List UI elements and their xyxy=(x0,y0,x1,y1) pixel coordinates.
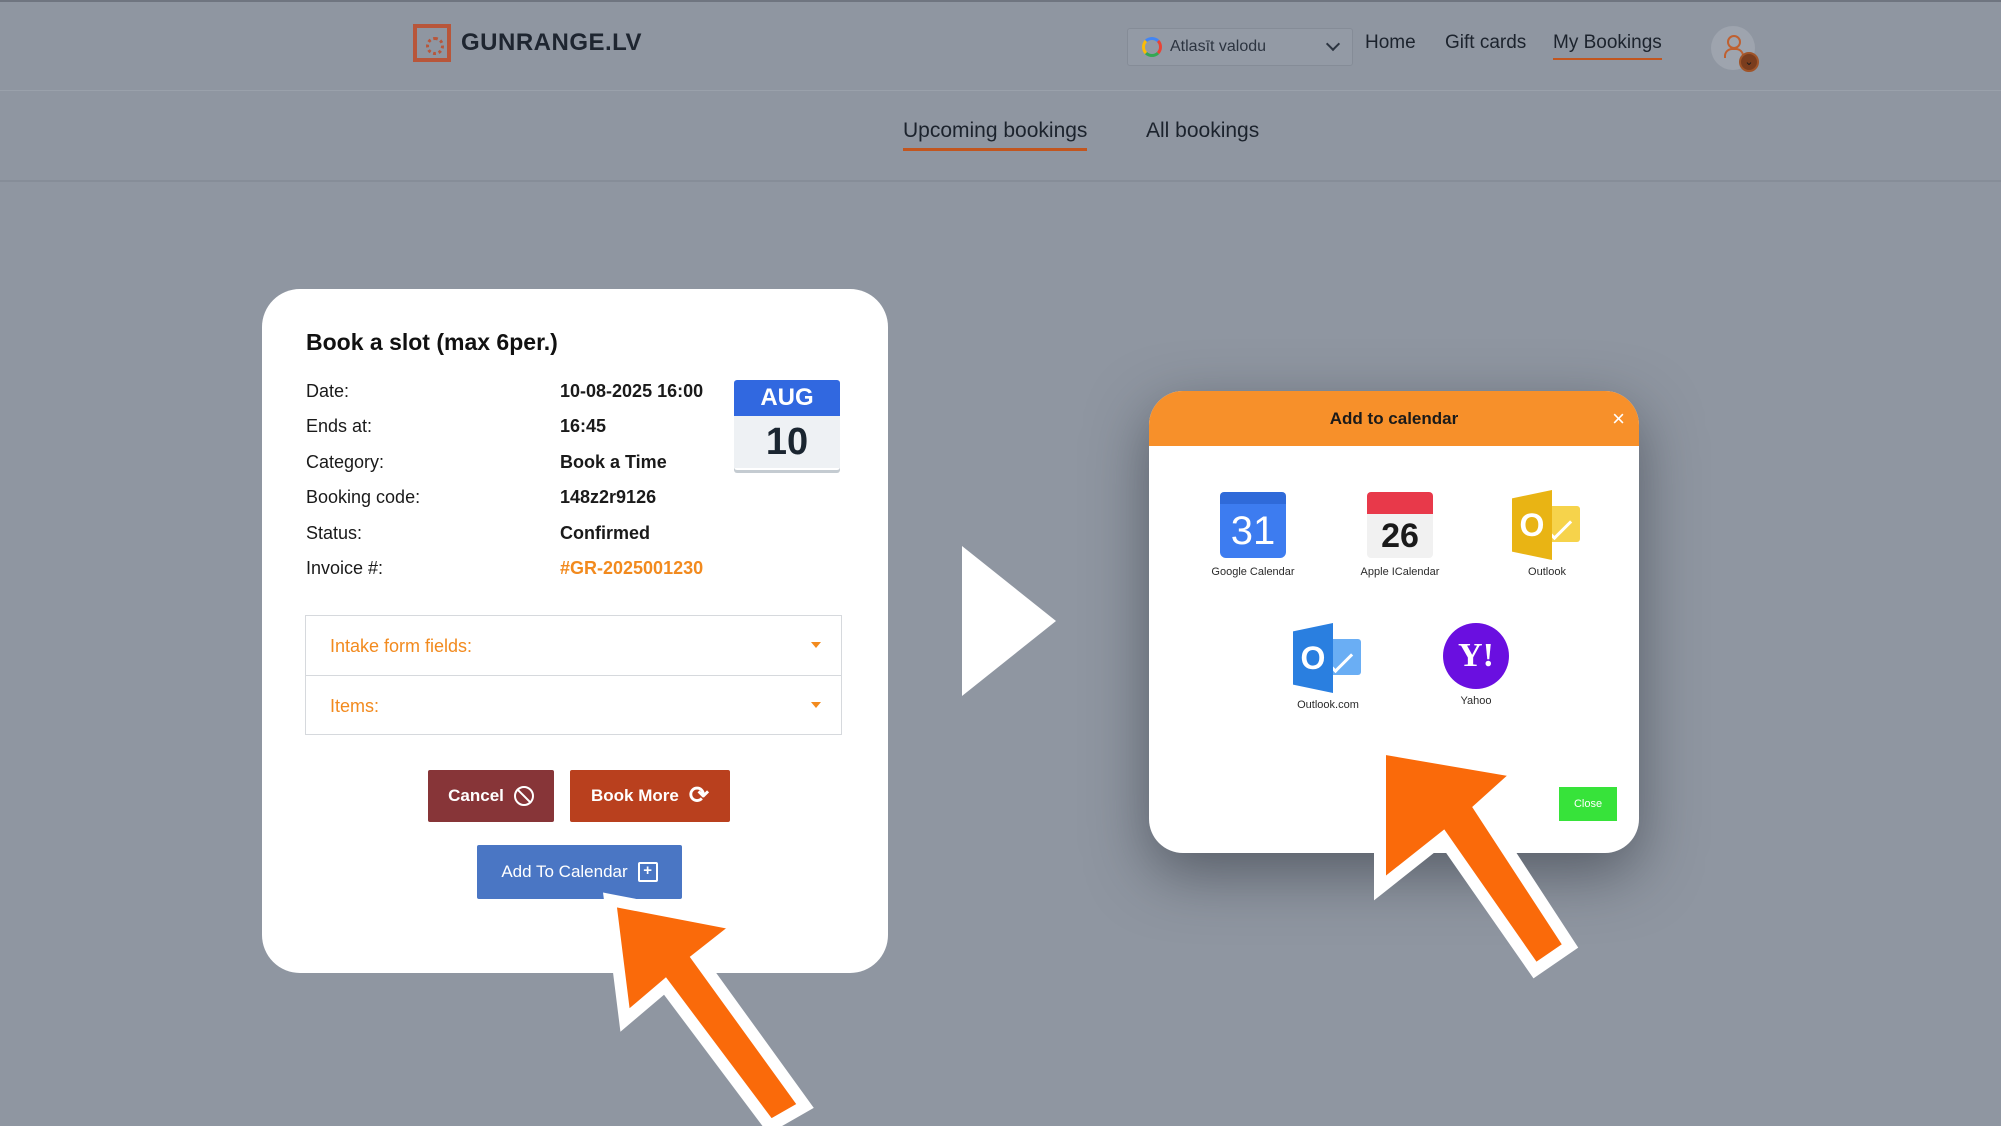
bookings-tab-bar: Upcoming bookings All bookings xyxy=(0,90,2001,182)
next-step-triangle-icon xyxy=(962,546,1056,696)
chevron-down-icon xyxy=(1325,36,1341,52)
logo-text: GUNRANGE.LV xyxy=(461,29,643,56)
nav-my-bookings[interactable]: My Bookings xyxy=(1553,32,1662,60)
option-label: Outlook.com xyxy=(1297,699,1359,711)
language-select-value: Atlasīt valodu xyxy=(1170,38,1267,55)
apple-calendar-glyph: 26 xyxy=(1367,514,1433,558)
category-value: Book a Time xyxy=(560,452,667,472)
status-value: Confirmed xyxy=(560,523,650,543)
modal-header: Add to calendar × xyxy=(1149,391,1639,446)
yahoo-option[interactable]: Y! Yahoo xyxy=(1416,623,1536,707)
google-icon xyxy=(1142,37,1162,57)
accordion-items[interactable]: Items: xyxy=(306,676,841,736)
outlook-com-icon: O xyxy=(1293,623,1363,693)
outlook-icon: O xyxy=(1512,490,1582,560)
booking-accordion: Intake form fields: Items: xyxy=(305,615,842,735)
booking-card: Book a slot (max 6per.) Date: 10-08-2025… xyxy=(262,289,888,973)
google-calendar-option[interactable]: 31 Google Calendar xyxy=(1193,490,1313,578)
close-icon[interactable]: × xyxy=(1612,391,1625,446)
google-calendar-icon: 31 xyxy=(1218,490,1288,560)
pointer-arrow-icon xyxy=(1374,740,1579,979)
outlook-com-option[interactable]: O Outlook.com xyxy=(1268,623,1388,711)
book-more-button-label: Book More xyxy=(591,786,679,805)
option-label: Google Calendar xyxy=(1211,566,1295,578)
chevron-down-icon: ⌄ xyxy=(1739,52,1759,72)
ban-icon xyxy=(513,786,534,806)
cancel-button-label: Cancel xyxy=(448,786,504,805)
language-select[interactable]: Atlasīt valodu xyxy=(1127,28,1353,66)
nav-gift-cards[interactable]: Gift cards xyxy=(1445,32,1526,54)
date-badge-month: AUG xyxy=(734,380,840,416)
user-icon xyxy=(1724,35,1744,58)
google-calendar-glyph: 31 xyxy=(1220,504,1286,558)
outlook-com-glyph: O xyxy=(1293,623,1333,693)
apple-calendar-option[interactable]: 26 Apple ICalendar xyxy=(1340,490,1460,578)
invoice-link[interactable]: #GR-2025001230 xyxy=(560,558,703,579)
option-label: Outlook xyxy=(1528,566,1566,578)
category-label: Category: xyxy=(306,452,385,472)
modal-title: Add to calendar xyxy=(1329,409,1459,428)
option-label: Yahoo xyxy=(1460,695,1492,707)
logo-icon xyxy=(413,24,451,62)
cancel-button[interactable]: Cancel xyxy=(428,770,554,822)
top-navigation-bar: GUNRANGE.LV Atlasīt valodu Home Gift car… xyxy=(0,0,2001,90)
date-badge: AUG 10 xyxy=(734,380,840,470)
tab-upcoming-bookings[interactable]: Upcoming bookings xyxy=(903,119,1088,151)
outlook-option[interactable]: O Outlook xyxy=(1487,490,1607,578)
tab-all-bookings[interactable]: All bookings xyxy=(1146,119,1259,143)
caret-down-icon xyxy=(811,702,821,708)
date-badge-day: 10 xyxy=(734,416,840,468)
yahoo-icon: Y! xyxy=(1443,623,1509,689)
invoice-label: Invoice #: xyxy=(306,558,384,578)
status-label: Status: xyxy=(306,523,363,543)
option-label: Apple ICalendar xyxy=(1360,566,1440,578)
add-to-calendar-button-label: Add To Calendar xyxy=(501,862,628,881)
outlook-glyph: O xyxy=(1512,490,1552,560)
accordion-label: Intake form fields: xyxy=(330,636,473,656)
nav-home[interactable]: Home xyxy=(1365,32,1416,54)
calendar-plus-icon: + xyxy=(637,862,658,882)
date-label: Date: xyxy=(306,381,350,401)
accordion-label: Items: xyxy=(330,696,380,716)
booking-code-value: 148z2r9126 xyxy=(560,487,657,507)
ends-at-label: Ends at: xyxy=(306,416,373,436)
user-avatar[interactable]: ⌄ xyxy=(1711,26,1759,72)
site-logo[interactable]: GUNRANGE.LV xyxy=(413,24,642,62)
date-value: 10-08-2025 16:00 xyxy=(560,381,704,401)
ends-at-value: 16:45 xyxy=(560,416,607,436)
accordion-intake-form-fields[interactable]: Intake form fields: xyxy=(306,616,841,676)
book-more-button[interactable]: Book More ⟳ xyxy=(570,770,730,822)
refresh-icon: ⟳ xyxy=(688,782,709,809)
pointer-arrow-icon xyxy=(603,892,814,1126)
booking-title: Book a slot (max 6per.) xyxy=(306,329,558,355)
apple-calendar-icon: 26 xyxy=(1365,490,1435,560)
booking-code-label: Booking code: xyxy=(306,487,421,507)
caret-down-icon xyxy=(811,642,821,648)
